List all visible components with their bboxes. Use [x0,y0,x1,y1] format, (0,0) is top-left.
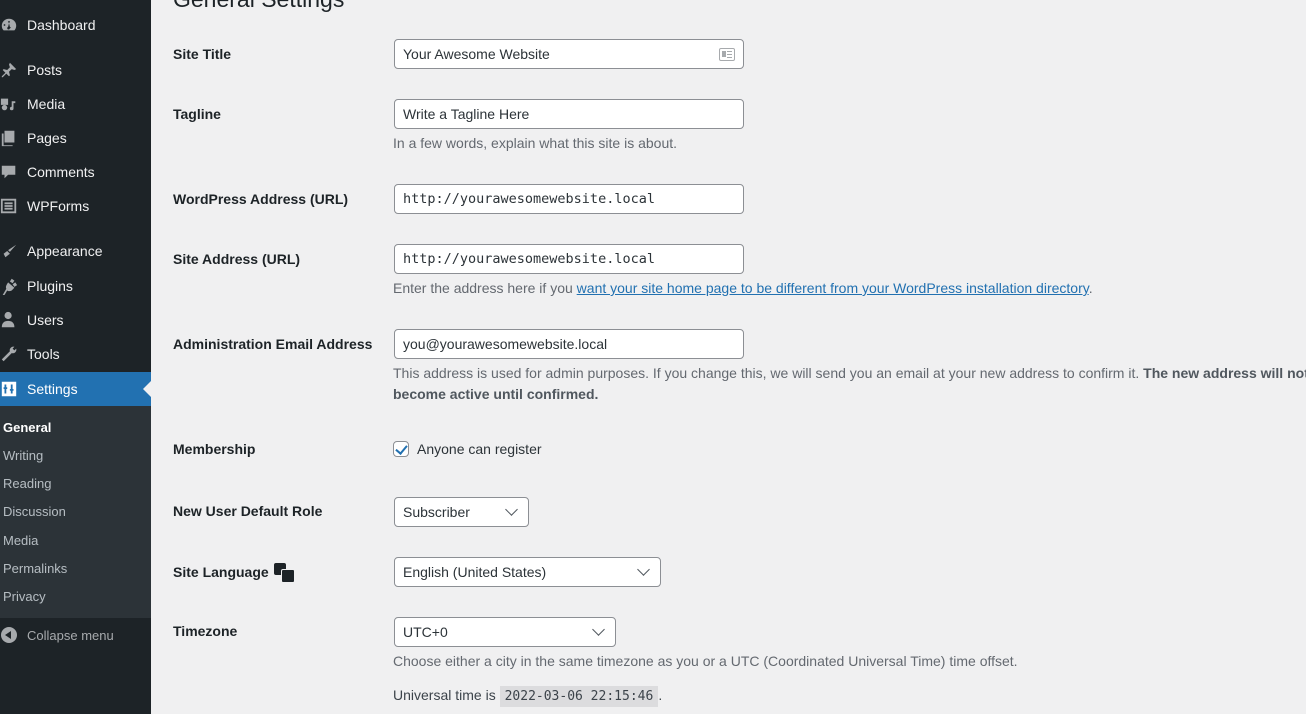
tagline-label: Tagline [173,106,221,122]
sidebar-item-wpforms[interactable]: WPForms [0,189,151,223]
sidebar-item-pages[interactable]: Pages [0,121,151,155]
sidebar-item-label: Comments [27,164,95,180]
admin-email-label: Administration Email Address [173,336,373,352]
admin-email-input[interactable]: you@yourawesomewebsite.local [394,329,744,359]
sidebar-item-label: Dashboard [27,17,96,33]
site-title-input[interactable]: Your Awesome Website [394,39,744,69]
brush-icon [0,242,27,260]
universal-time: Universal time is 2022-03-06 22:15:46. [393,685,662,707]
sliders-icon [0,380,27,398]
sidebar-item-label: Pages [27,130,67,146]
timezone-description: Choose either a city in the same timezon… [393,653,1018,669]
site-address-desc-text: Enter the address here if you [393,280,577,296]
sidebar-item-label: Appearance [27,243,103,259]
site-language-label: Site Language [173,563,295,583]
settings-submenu: General Writing Reading Discussion Media… [0,406,151,618]
default-role-select[interactable]: Subscriber [394,497,529,527]
user-icon [0,311,27,329]
sidebar-item-label: Plugins [27,278,73,294]
tagline-description: In a few words, explain what this site i… [393,135,678,151]
submenu-writing[interactable]: Writing [3,448,43,463]
sidebar-item-label: Users [27,312,64,328]
collapse-arrow-icon [1,627,17,643]
sidebar-item-comments[interactable]: Comments [0,155,151,189]
sidebar-item-media[interactable]: Media [0,87,151,121]
wordpress-address-input[interactable]: http://yourawesomewebsite.local [394,184,744,214]
site-address-description: Enter the address here if you want your … [393,278,1093,299]
anyone-can-register-label[interactable]: Anyone can register [417,441,542,457]
submenu-permalinks[interactable]: Permalinks [3,561,67,576]
sidebar-item-settings[interactable]: Settings [0,372,151,406]
sidebar-item-posts[interactable]: Posts [0,53,151,87]
wordpress-address-label: WordPress Address (URL) [173,191,349,207]
page-title: General Settings [173,0,344,13]
universal-time-label: Universal time is [393,687,500,703]
translation-icon [273,563,295,583]
contact-card-icon [719,47,735,61]
sidebar-item-dashboard[interactable]: Dashboard [0,8,151,42]
site-language-select[interactable]: English (United States) [394,557,661,587]
admin-email-desc-text: This address is used for admin purposes.… [393,365,1144,381]
admin-email-description: This address is used for admin purposes.… [393,363,1306,405]
membership-label: Membership [173,441,256,457]
sidebar-item-tools[interactable]: Tools [0,337,151,371]
chevron-down-icon [637,563,650,576]
forms-icon [0,197,27,215]
site-title-value: Your Awesome Website [403,46,550,62]
current-menu-arrow [143,381,151,397]
collapse-menu-button[interactable]: Collapse menu [0,618,151,652]
collapse-menu-label: Collapse menu [27,627,114,643]
sidebar-item-label: Media [27,96,66,112]
tagline-value: Write a Tagline Here [403,106,530,122]
submenu-discussion[interactable]: Discussion [3,504,66,519]
comment-icon [0,163,27,181]
universal-time-suffix: . [658,687,663,703]
sidebar-item-appearance[interactable]: Appearance [0,234,151,268]
submenu-general[interactable]: General [3,420,51,435]
admin-sidebar: Dashboard Posts Media Pages Comments WPF… [0,0,151,714]
dashboard-icon [0,16,27,34]
site-address-help-link[interactable]: want your site home page to be different… [577,280,1089,296]
default-role-value: Subscriber [403,504,470,520]
plug-icon [0,277,27,295]
chevron-down-icon [592,623,605,636]
sidebar-item-label: Tools [27,346,60,362]
timezone-label: Timezone [173,623,238,639]
sidebar-item-label: WPForms [27,198,90,214]
site-address-input[interactable]: http://yourawesomewebsite.local [394,244,744,274]
submenu-reading[interactable]: Reading [3,476,51,491]
site-language-value: English (United States) [403,564,547,580]
site-address-label: Site Address (URL) [173,251,301,267]
media-icon [0,95,27,113]
submenu-privacy[interactable]: Privacy [3,589,46,604]
site-language-label-text: Site Language [173,564,269,580]
tagline-input[interactable]: Write a Tagline Here [394,99,744,129]
pages-icon [0,129,27,147]
wrench-icon [0,345,27,363]
timezone-value: UTC+0 [403,624,448,640]
universal-time-value: 2022-03-06 22:15:46 [499,686,659,707]
submenu-media[interactable]: Media [3,533,38,548]
default-role-label: New User Default Role [173,503,323,519]
admin-email-value: you@yourawesomewebsite.local [403,336,608,352]
sidebar-item-label: Posts [27,62,63,78]
wordpress-address-value: http://yourawesomewebsite.local [403,191,655,207]
timezone-select[interactable]: UTC+0 [394,617,616,647]
chevron-down-icon [505,503,518,516]
sidebar-item-users[interactable]: Users [0,303,151,337]
pin-icon [0,61,27,79]
sidebar-item-label: Settings [27,381,78,397]
site-title-label: Site Title [173,46,232,62]
sidebar-item-plugins[interactable]: Plugins [0,269,151,303]
anyone-can-register-checkbox[interactable] [393,441,409,457]
site-address-desc-suffix: . [1088,280,1093,296]
site-address-value: http://yourawesomewebsite.local [403,251,655,267]
